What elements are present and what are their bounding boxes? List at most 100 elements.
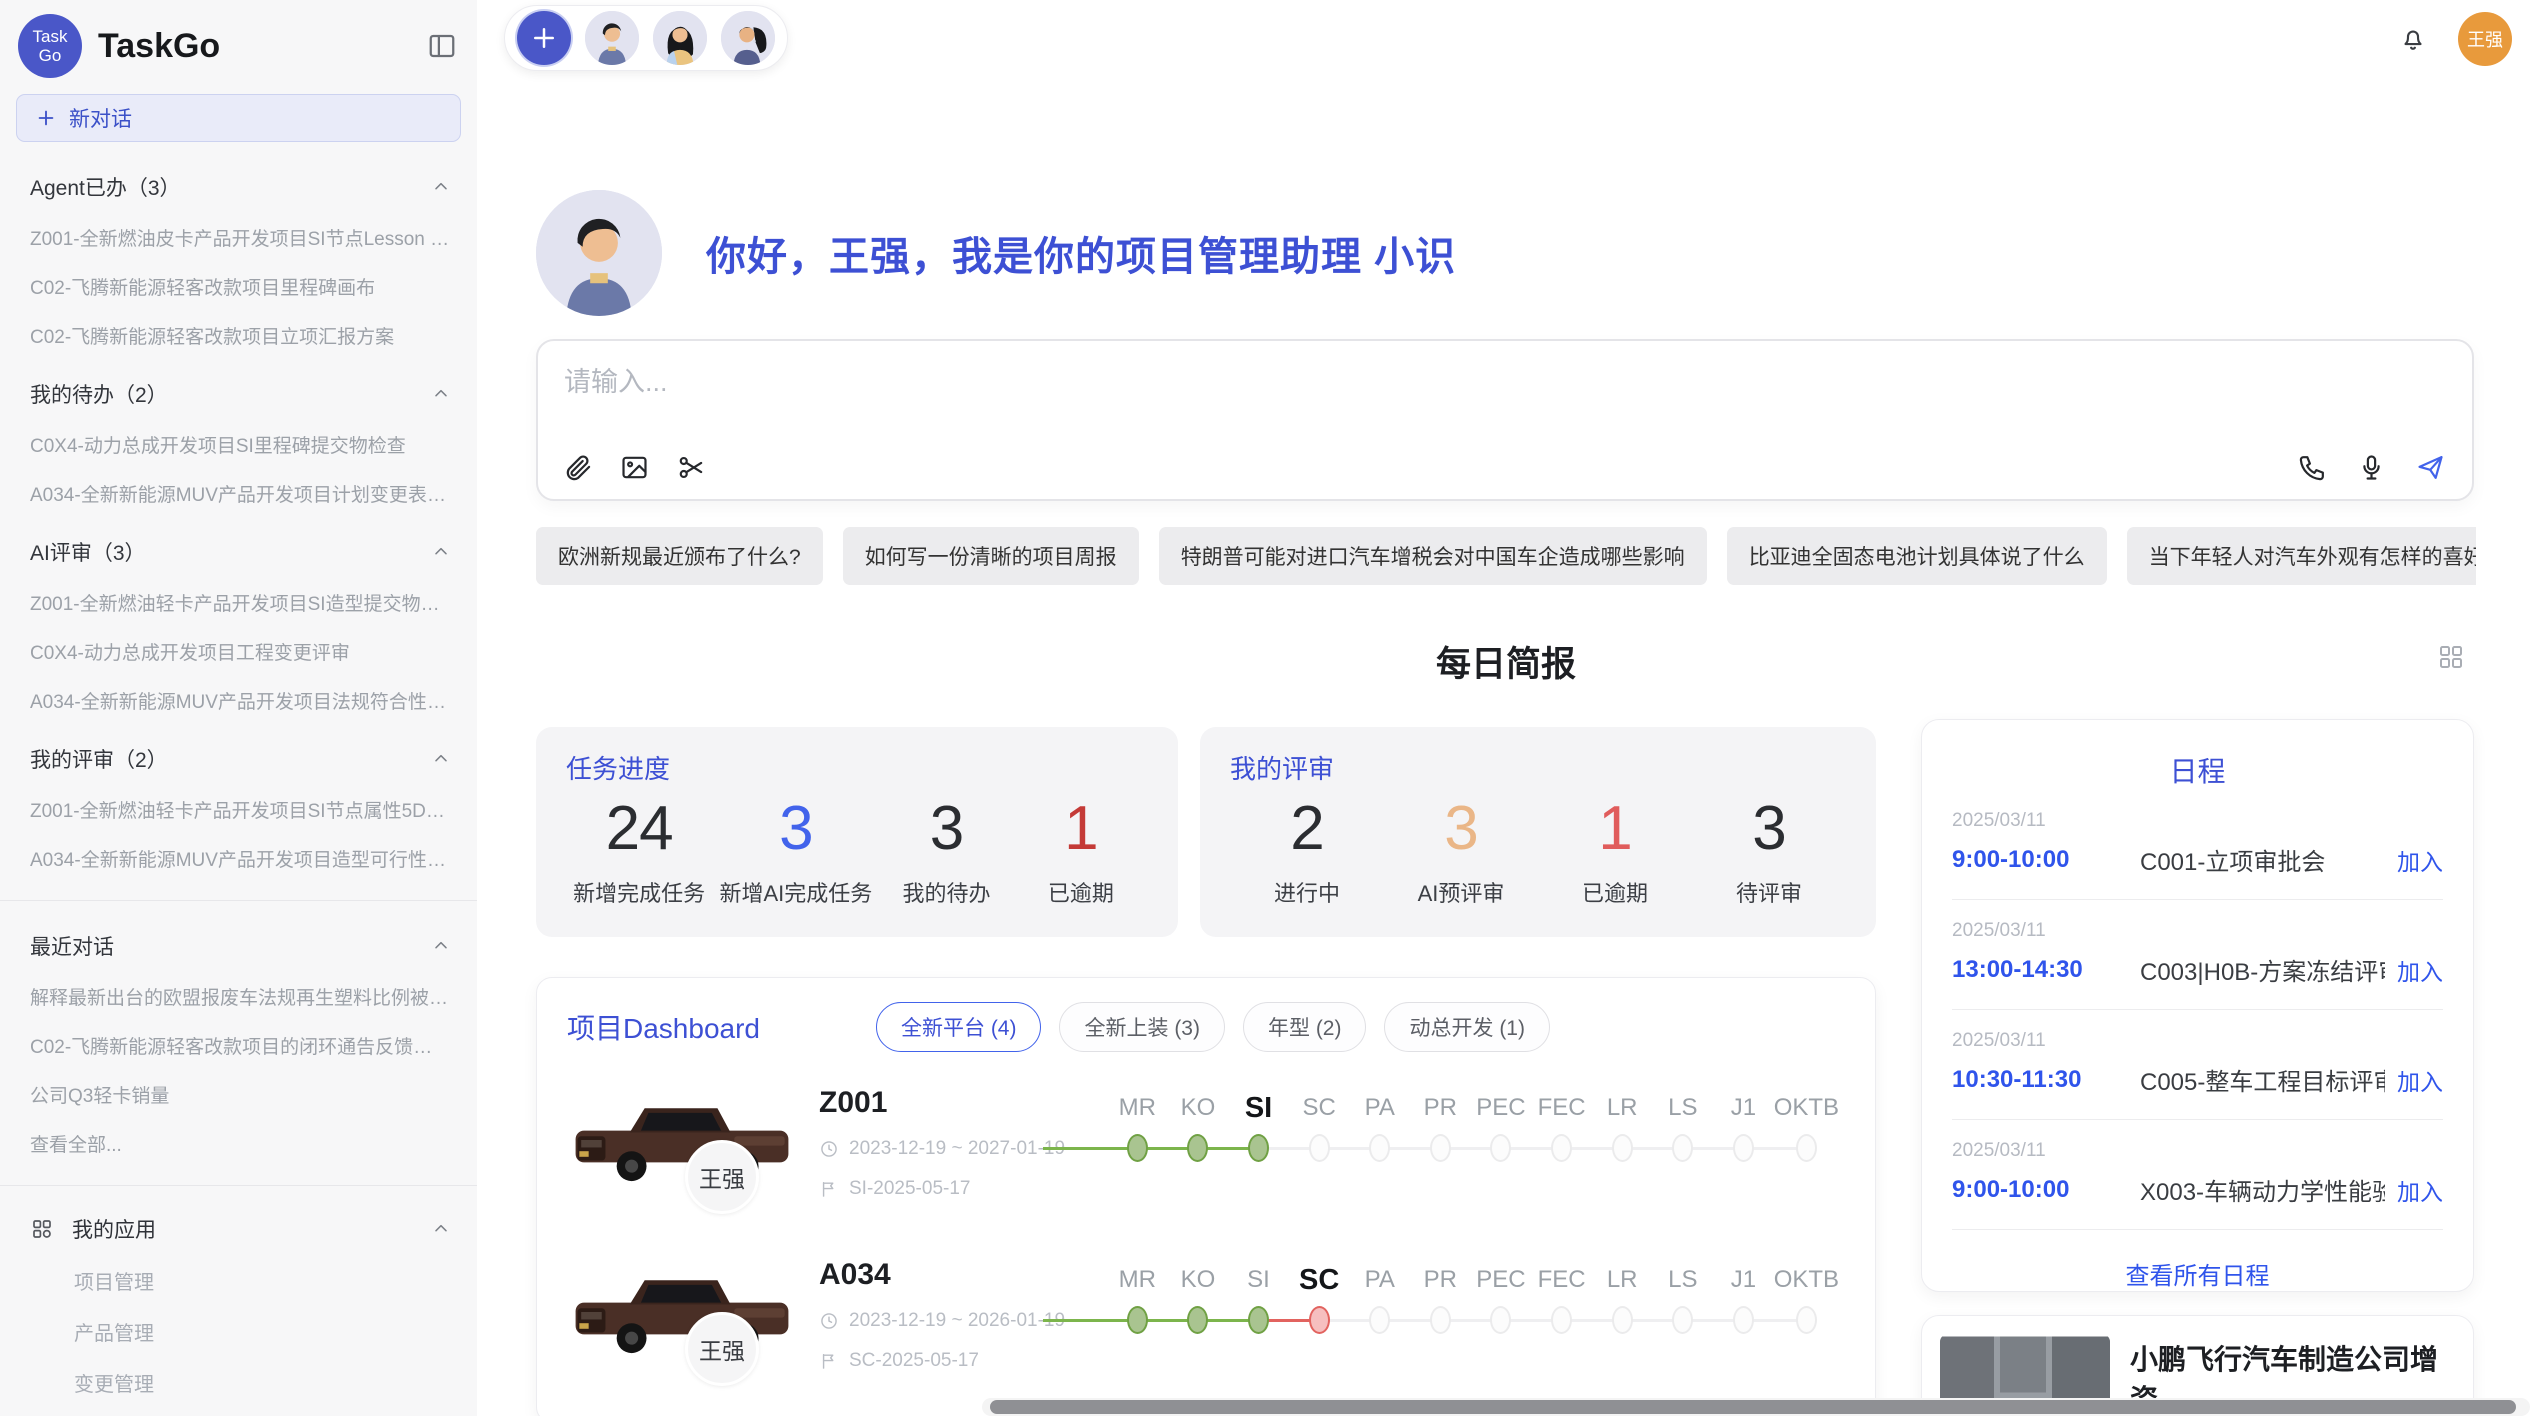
user-avatar[interactable]: 王强 [2458, 12, 2512, 66]
stat-column: 24 新增完成任务 [573, 790, 705, 908]
collapse-sidebar-icon[interactable] [427, 31, 457, 61]
sidebar-header: Task Go TaskGo [0, 0, 477, 78]
milestone: SI [1228, 1090, 1289, 1190]
chevron-up-icon[interactable] [431, 177, 451, 197]
app-title: TaskGo [98, 27, 427, 66]
stat-label: 我的待办 [887, 876, 1007, 908]
project-row[interactable]: 王强 A034 2023-12-19 ~ 2026-01-19 SC-2025-… [567, 1254, 1845, 1396]
milestone: SC [1289, 1090, 1350, 1190]
new-chat-button[interactable]: 新对话 [16, 94, 461, 142]
greeting-text: 你好，王强，我是你的项目管理助理 小识 [706, 224, 1456, 282]
recent-chat-item[interactable]: 查看全部... [30, 1130, 451, 1157]
sidebar-task-item[interactable]: A034-全新新能源MUV产品开发项目造型可行性评审 [30, 845, 451, 872]
my-review-title: 我的评审 [1230, 749, 1846, 786]
sidebar-task-item[interactable]: C02-飞腾新能源轻客改款项目立项汇报方案 [30, 322, 451, 349]
dashboard-title: 项目Dashboard [567, 1007, 760, 1047]
milestone-node [1127, 1134, 1148, 1162]
add-agent-button[interactable] [517, 11, 571, 65]
app-item[interactable]: 项目管理 [74, 1266, 451, 1295]
sidebar-task-item[interactable]: C0X4-动力总成开发项目工程变更评审 [30, 638, 451, 665]
agent-avatar-2[interactable] [653, 11, 707, 65]
sidebar-task-item[interactable]: C02-飞腾新能源轻客改款项目里程碑画布 [30, 273, 451, 300]
schedule-time: 10:30-11:30 [1952, 1066, 2140, 1094]
scissors-icon[interactable] [676, 452, 707, 483]
suggestion-chip[interactable]: 当下年轻人对汽车外观有怎样的喜好趋势 [2127, 527, 2476, 585]
milestone: FEC [1531, 1262, 1592, 1362]
recent-chat-item[interactable]: 公司Q3轻卡销量 [30, 1081, 451, 1108]
milestone: OKTB [1774, 1262, 1839, 1362]
milestone-node [1430, 1134, 1451, 1162]
chevron-up-icon[interactable] [431, 542, 451, 562]
stat-value: 1 [1021, 790, 1141, 868]
suggestion-chip[interactable]: 比亚迪全固态电池计划具体说了什么 [1727, 527, 2107, 585]
recent-chats-list: 解释最新出台的欧盟报废车法规再生塑料比例被调至15%... C02-飞腾新能源轻客… [0, 983, 477, 1157]
phone-icon[interactable] [2297, 452, 2328, 483]
sidebar-task-item[interactable]: A034-全新新能源MUV产品开发项目计划变更表编写 [30, 480, 451, 507]
sidebar-task-item[interactable]: Z001-全新燃油轻卡产品开发项目SI节点属性5D文件评审 [30, 796, 451, 823]
milestone-label: LS [1668, 1090, 1697, 1126]
stat-column: 3 待评审 [1709, 790, 1829, 908]
bell-icon[interactable] [2398, 24, 2428, 54]
sidebar-task-item[interactable]: C0X4-动力总成开发项目SI里程碑提交物检查 [30, 431, 451, 458]
message-composer [536, 339, 2474, 501]
recent-chat-item[interactable]: 解释最新出台的欧盟报废车法规再生塑料比例被调至15%... [30, 983, 451, 1010]
milestone: KO [1168, 1090, 1229, 1190]
chevron-up-icon[interactable] [431, 749, 451, 769]
milestone: LR [1592, 1090, 1653, 1190]
divider [0, 1185, 477, 1186]
image-icon[interactable] [619, 452, 650, 483]
milestone-row: MR KO SI [1107, 1090, 1839, 1190]
recent-chat-item[interactable]: C02-飞腾新能源轻客改款项目的闭环通告反馈情况 [30, 1032, 451, 1059]
app-item[interactable]: 产品管理 [74, 1317, 451, 1346]
suggestion-chip[interactable]: 如何写一份清晰的项目周报 [843, 527, 1139, 585]
join-link[interactable]: 加入 [2397, 1063, 2443, 1097]
sidebar-task-item[interactable]: Z001-全新燃油皮卡产品开发项目SI节点Lesson Learn报告 [30, 224, 451, 251]
filter-chip[interactable]: 年型 (2) [1243, 1002, 1367, 1052]
filter-chip[interactable]: 全新上装 (3) [1059, 1002, 1225, 1052]
stat-label: 已逾期 [1021, 876, 1141, 908]
stat-label: 进行中 [1247, 876, 1367, 908]
paperclip-icon[interactable] [562, 452, 593, 483]
chevron-up-icon[interactable] [431, 384, 451, 404]
sidebar-task-item[interactable]: Z001-全新燃油轻卡产品开发项目SI造型提交物评审 [30, 589, 451, 616]
horizontal-scrollbar-track[interactable] [982, 1398, 2530, 1416]
filter-chip[interactable]: 全新平台 (4) [876, 1002, 1042, 1052]
milestone-node [1551, 1134, 1572, 1162]
mic-icon[interactable] [2356, 452, 2387, 483]
my-apps-header[interactable]: 我的应用 [30, 1214, 451, 1244]
daily-brief-header: 每日简报 [536, 636, 2476, 687]
milestone: MR [1107, 1262, 1168, 1362]
stat-label: 新增AI完成任务 [719, 876, 872, 908]
composer-right-icons [2297, 452, 2446, 483]
milestone-label: FEC [1538, 1262, 1586, 1298]
agent-avatar-1[interactable] [585, 11, 639, 65]
suggestion-chip[interactable]: 特朗普可能对进口汽车增税会对中国车企造成哪些影响 [1159, 527, 1707, 585]
stat-value: 2 [1247, 790, 1367, 868]
section-header-ai-review[interactable]: AI评审（3） [30, 537, 451, 567]
stat-label: 待评审 [1709, 876, 1829, 908]
chevron-up-icon[interactable] [431, 936, 451, 956]
chevron-up-icon[interactable] [431, 1219, 451, 1239]
task-progress-card: 任务进度 24 新增完成任务 3 新增AI完成任务 [536, 727, 1178, 937]
join-link[interactable]: 加入 [2397, 953, 2443, 987]
milestone-node [1733, 1134, 1754, 1162]
section-header-my-review[interactable]: 我的评审（2） [30, 744, 451, 774]
sidebar-task-item[interactable]: A034-全新新能源MUV产品开发项目法规符合性评审 [30, 687, 451, 714]
message-input[interactable] [564, 367, 1764, 398]
section-header-agent-done[interactable]: Agent已办（3） [30, 172, 451, 202]
section-title: AI评审（3） [30, 537, 431, 567]
suggestion-chip[interactable]: 欧洲新规最近颁布了什么? [536, 527, 823, 585]
project-row[interactable]: 王强 Z001 2023-12-19 ~ 2027-01-19 SI-2025-… [567, 1082, 1845, 1224]
join-link[interactable]: 加入 [2397, 843, 2443, 877]
section-header-my-todo[interactable]: 我的待办（2） [30, 379, 451, 409]
filter-chip[interactable]: 动总开发 (1) [1384, 1002, 1550, 1052]
horizontal-scrollbar-thumb[interactable] [990, 1400, 2516, 1414]
layout-grid-icon[interactable] [2436, 642, 2466, 672]
agent-avatar-3[interactable] [721, 11, 775, 65]
section-header-recent-chats[interactable]: 最近对话 [30, 931, 451, 961]
app-item[interactable]: 变更管理 [74, 1368, 451, 1397]
send-icon[interactable] [2415, 452, 2446, 483]
task-progress-items: 24 新增完成任务 3 新增AI完成任务 3 我的待办 [566, 790, 1148, 908]
join-link[interactable]: 加入 [2397, 1173, 2443, 1207]
view-all-schedule-link[interactable]: 查看所有日程 [1952, 1256, 2443, 1291]
